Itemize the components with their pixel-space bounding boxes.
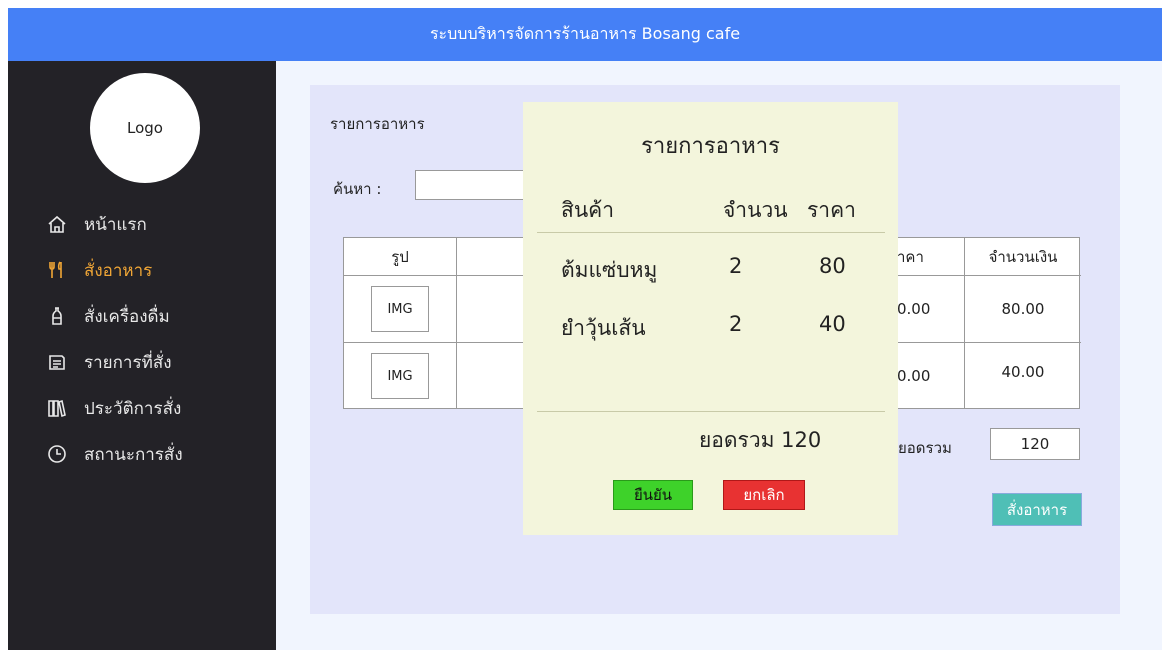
search-label: ค้นหา :: [333, 180, 382, 198]
modal-item-qty: 2: [729, 312, 743, 336]
table-row-price: 0.00: [897, 276, 965, 343]
drink-icon: [46, 305, 68, 327]
food-image[interactable]: IMG: [371, 353, 429, 399]
history-icon: [46, 397, 68, 419]
table-header-image: รูป: [344, 238, 457, 276]
food-image[interactable]: IMG: [371, 286, 429, 332]
modal-header-item: สินค้า: [561, 198, 615, 222]
table-row-amount: 40.00: [1001, 363, 1045, 381]
modal-total: ยอดรวม 120: [699, 428, 822, 452]
order-summary-modal: รายการอาหาร สินค้า จำนวน ราคา ต้มแซ่บหมู…: [523, 102, 898, 535]
sidebar-item-home[interactable]: หน้าแรก: [8, 201, 276, 247]
modal-item-qty: 2: [729, 254, 743, 278]
clock-icon: [46, 443, 68, 465]
sidebar-item-order-drink[interactable]: สั่งเครื่องดื่ม: [8, 293, 276, 339]
section-title: รายการอาหาร: [330, 115, 425, 133]
divider: [537, 411, 885, 412]
sidebar-item-label: ประวัติการสั่ง: [84, 398, 182, 419]
sidebar-item-label: สั่งอาหาร: [84, 260, 153, 281]
modal-header-qty: จำนวน: [723, 198, 788, 222]
divider: [537, 232, 885, 233]
sidebar: Logo หน้าแรก สั่งอาหาร สั่งเครื่องดื่ม ร…: [8, 61, 276, 650]
modal-item-price: 40: [819, 312, 846, 336]
modal-title: รายการอาหาร: [641, 134, 780, 159]
app-header: ระบบบริหารจัดการร้านอาหาร Bosang cafe: [8, 8, 1162, 61]
total-label: ยอดรวม: [898, 439, 952, 457]
sidebar-item-label: รายการที่สั่ง: [84, 352, 172, 373]
sidebar-item-history[interactable]: ประวัติการสั่ง: [8, 385, 276, 431]
table-row-amount: 80.00: [965, 276, 1081, 343]
cancel-button[interactable]: ยกเลิก: [723, 480, 805, 510]
modal-item-name: ยำวุ้นเส้น: [561, 316, 646, 340]
modal-item-name: ต้มแซ่บหมู: [561, 258, 658, 282]
modal-item-price: 80: [819, 254, 846, 278]
order-food-button[interactable]: สั่งอาหาร: [992, 493, 1082, 526]
order-list-icon: [46, 351, 68, 373]
sidebar-item-status[interactable]: สถานะการสั่ง: [8, 431, 276, 477]
table-row-image: IMG: [344, 343, 457, 409]
sidebar-item-order-food[interactable]: สั่งอาหาร: [8, 247, 276, 293]
modal-header-price: ราคา: [807, 198, 856, 222]
table-row-price: 0.00: [897, 343, 965, 409]
confirm-button[interactable]: ยืนยัน: [613, 480, 693, 510]
sidebar-item-label: สถานะการสั่ง: [84, 444, 183, 465]
table-row-image: IMG: [344, 276, 457, 343]
sidebar-item-label: สั่งเครื่องดื่ม: [84, 306, 170, 327]
sidebar-item-label: หน้าแรก: [84, 214, 147, 235]
app-title: ระบบบริหารจัดการร้านอาหาร Bosang cafe: [429, 24, 741, 43]
table-header-amount: จำนวนเงิน: [965, 238, 1081, 276]
utensils-icon: [46, 259, 68, 281]
home-icon: [46, 213, 68, 235]
sidebar-nav: หน้าแรก สั่งอาหาร สั่งเครื่องดื่ม รายการ…: [8, 201, 276, 477]
sidebar-item-order-list[interactable]: รายการที่สั่ง: [8, 339, 276, 385]
logo: Logo: [90, 73, 200, 183]
table-header-price: าคา: [897, 238, 965, 276]
total-field: 120: [990, 428, 1080, 460]
